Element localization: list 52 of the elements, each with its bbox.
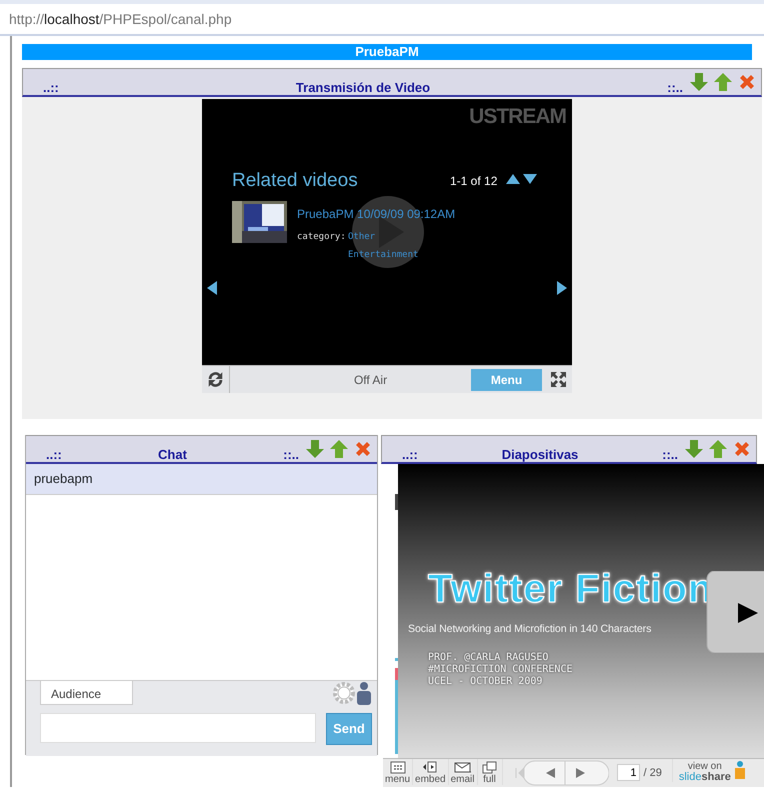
header-decoration: ..:: [46,448,62,462]
next-icon[interactable] [557,281,567,295]
slide-text: #MICROFICTION CONFERENCE [428,664,572,675]
slide-text: PROF. @CARLA RAGUSEO [428,652,548,663]
message-field[interactable] [40,713,316,743]
result-count: 1-1 of 12 [450,173,498,190]
person-icon[interactable] [356,681,372,705]
move-down-icon[interactable] [305,439,325,459]
stream-status: Off Air [352,372,388,388]
audience-tab[interactable]: Audience [40,681,133,705]
header-decoration: ..:: [43,81,59,95]
category-link[interactable]: Other [348,231,376,244]
menu-tool[interactable]: menu [383,759,414,785]
scroll-arrows-icon[interactable] [506,173,540,185]
panel-title: Transmisión de Video [294,81,432,95]
menu-icon [388,761,408,774]
slide-nav-drawing[interactable] [512,760,608,786]
brand-logo: USTREAM [469,104,566,130]
embed-tool[interactable]: embed [413,759,449,785]
panel-title: Diapositivas [500,448,580,462]
view-on-label: view on [688,762,722,772]
email-tool[interactable]: email [448,759,478,785]
user-item[interactable]: pruebapm [26,464,377,494]
category-link[interactable]: Entertainment [348,249,418,262]
next-slide-icon[interactable] [706,571,764,653]
video-title[interactable]: PruebaPM 10/09/09 09:12AM [297,205,456,223]
move-down-icon[interactable] [689,72,709,92]
move-up-icon[interactable] [708,439,728,459]
address-url[interactable]: http://localhost/PHPEspol/canal.php [9,9,764,30]
slideshare-link[interactable]: slideshare [678,772,731,782]
email-icon [452,761,473,774]
header-decoration: ..:: [402,448,418,462]
header-decoration: ::.. [662,448,678,462]
move-up-icon[interactable] [329,439,349,459]
slide-subtitle: Social Networking and Microfiction in 140 Characters [408,622,652,637]
full-icon [480,761,500,774]
header-decoration: ::.. [283,448,299,462]
related-heading: Related videos [232,169,358,193]
settings-icon[interactable] [332,681,356,705]
header-decoration: ::.. [667,81,683,95]
page-total: / 29 [644,766,662,781]
slide-text: UCEL - OCTOBER 2009 [428,676,542,687]
category-label: category: [297,231,346,244]
page-title-bar: PruebaPM [22,44,752,60]
page-field[interactable]: 1 [616,764,640,781]
people-icon [732,759,747,779]
move-up-icon[interactable] [713,72,733,92]
previous-icon[interactable] [207,281,217,295]
panel-title: Chat [157,448,188,462]
full-tool[interactable]: full [478,759,502,785]
slide-title: Twitter Fiction [428,566,714,613]
move-down-icon[interactable] [684,439,704,459]
